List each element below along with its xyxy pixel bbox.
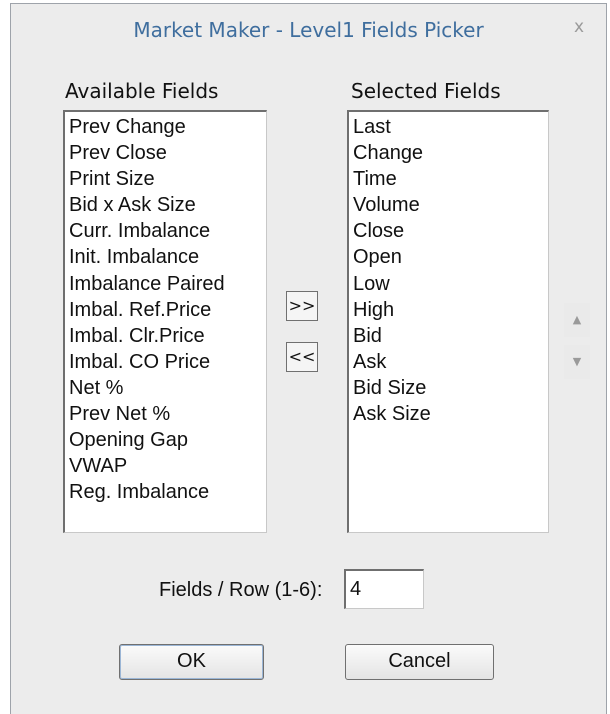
list-item[interactable]: Bid x Ask Size: [69, 192, 262, 218]
list-item[interactable]: Volume: [353, 192, 544, 218]
list-item[interactable]: Imbal. Clr.Price: [69, 323, 262, 349]
list-item[interactable]: Open: [353, 244, 544, 270]
list-item[interactable]: Imbal. Ref.Price: [69, 297, 262, 323]
list-item[interactable]: Imbalance Paired: [69, 271, 262, 297]
list-item[interactable]: Bid: [353, 323, 544, 349]
selected-fields-list[interactable]: Last Change Time Volume Close Open Low High Bid A…: [347, 110, 549, 533]
list-item[interactable]: Close: [353, 218, 544, 244]
title-bar[interactable]: Market Maker - Level1 Fields Picker x: [11, 4, 606, 52]
fields-per-row-label: Fields / Row (1-6):: [159, 579, 323, 601]
list-item[interactable]: Ask Size: [353, 401, 544, 427]
list-item[interactable]: Reg. Imbalance: [69, 479, 262, 505]
list-item[interactable]: Prev Change: [69, 114, 262, 140]
list-item[interactable]: VWAP: [69, 453, 262, 479]
list-item[interactable]: Prev Close: [69, 140, 262, 166]
cancel-button[interactable]: Cancel: [345, 644, 494, 680]
ok-button[interactable]: OK: [119, 644, 264, 680]
fields-picker-dialog: Market Maker - Level1 Fields Picker x Av…: [10, 3, 607, 714]
move-down-icon[interactable]: ▼: [564, 345, 590, 379]
available-fields-label: Available Fields: [65, 79, 219, 103]
add-field-button[interactable]: >>: [286, 291, 318, 321]
list-item[interactable]: Last: [353, 114, 544, 140]
selected-fields-label: Selected Fields: [351, 79, 501, 103]
list-item[interactable]: High: [353, 297, 544, 323]
list-item[interactable]: Opening Gap: [69, 427, 262, 453]
list-item[interactable]: Change: [353, 140, 544, 166]
list-item[interactable]: Net %: [69, 375, 262, 401]
list-item[interactable]: Curr. Imbalance: [69, 218, 262, 244]
list-item[interactable]: Low: [353, 271, 544, 297]
fields-per-row-input[interactable]: [344, 569, 424, 609]
list-item[interactable]: Print Size: [69, 166, 262, 192]
list-item[interactable]: Init. Imbalance: [69, 244, 262, 270]
move-up-icon[interactable]: ▲: [564, 303, 590, 337]
list-item[interactable]: Imbal. CO Price: [69, 349, 262, 375]
list-item[interactable]: Bid Size: [353, 375, 544, 401]
close-icon[interactable]: x: [568, 16, 590, 38]
list-item[interactable]: Ask: [353, 349, 544, 375]
available-fields-list[interactable]: Prev Change Prev Close Print Size Bid x Ask…: [63, 110, 267, 533]
window-title: Market Maker - Level1 Fields Picker: [133, 18, 484, 42]
list-item[interactable]: Prev Net %: [69, 401, 262, 427]
list-item[interactable]: Time: [353, 166, 544, 192]
remove-field-button[interactable]: <<: [286, 342, 318, 372]
